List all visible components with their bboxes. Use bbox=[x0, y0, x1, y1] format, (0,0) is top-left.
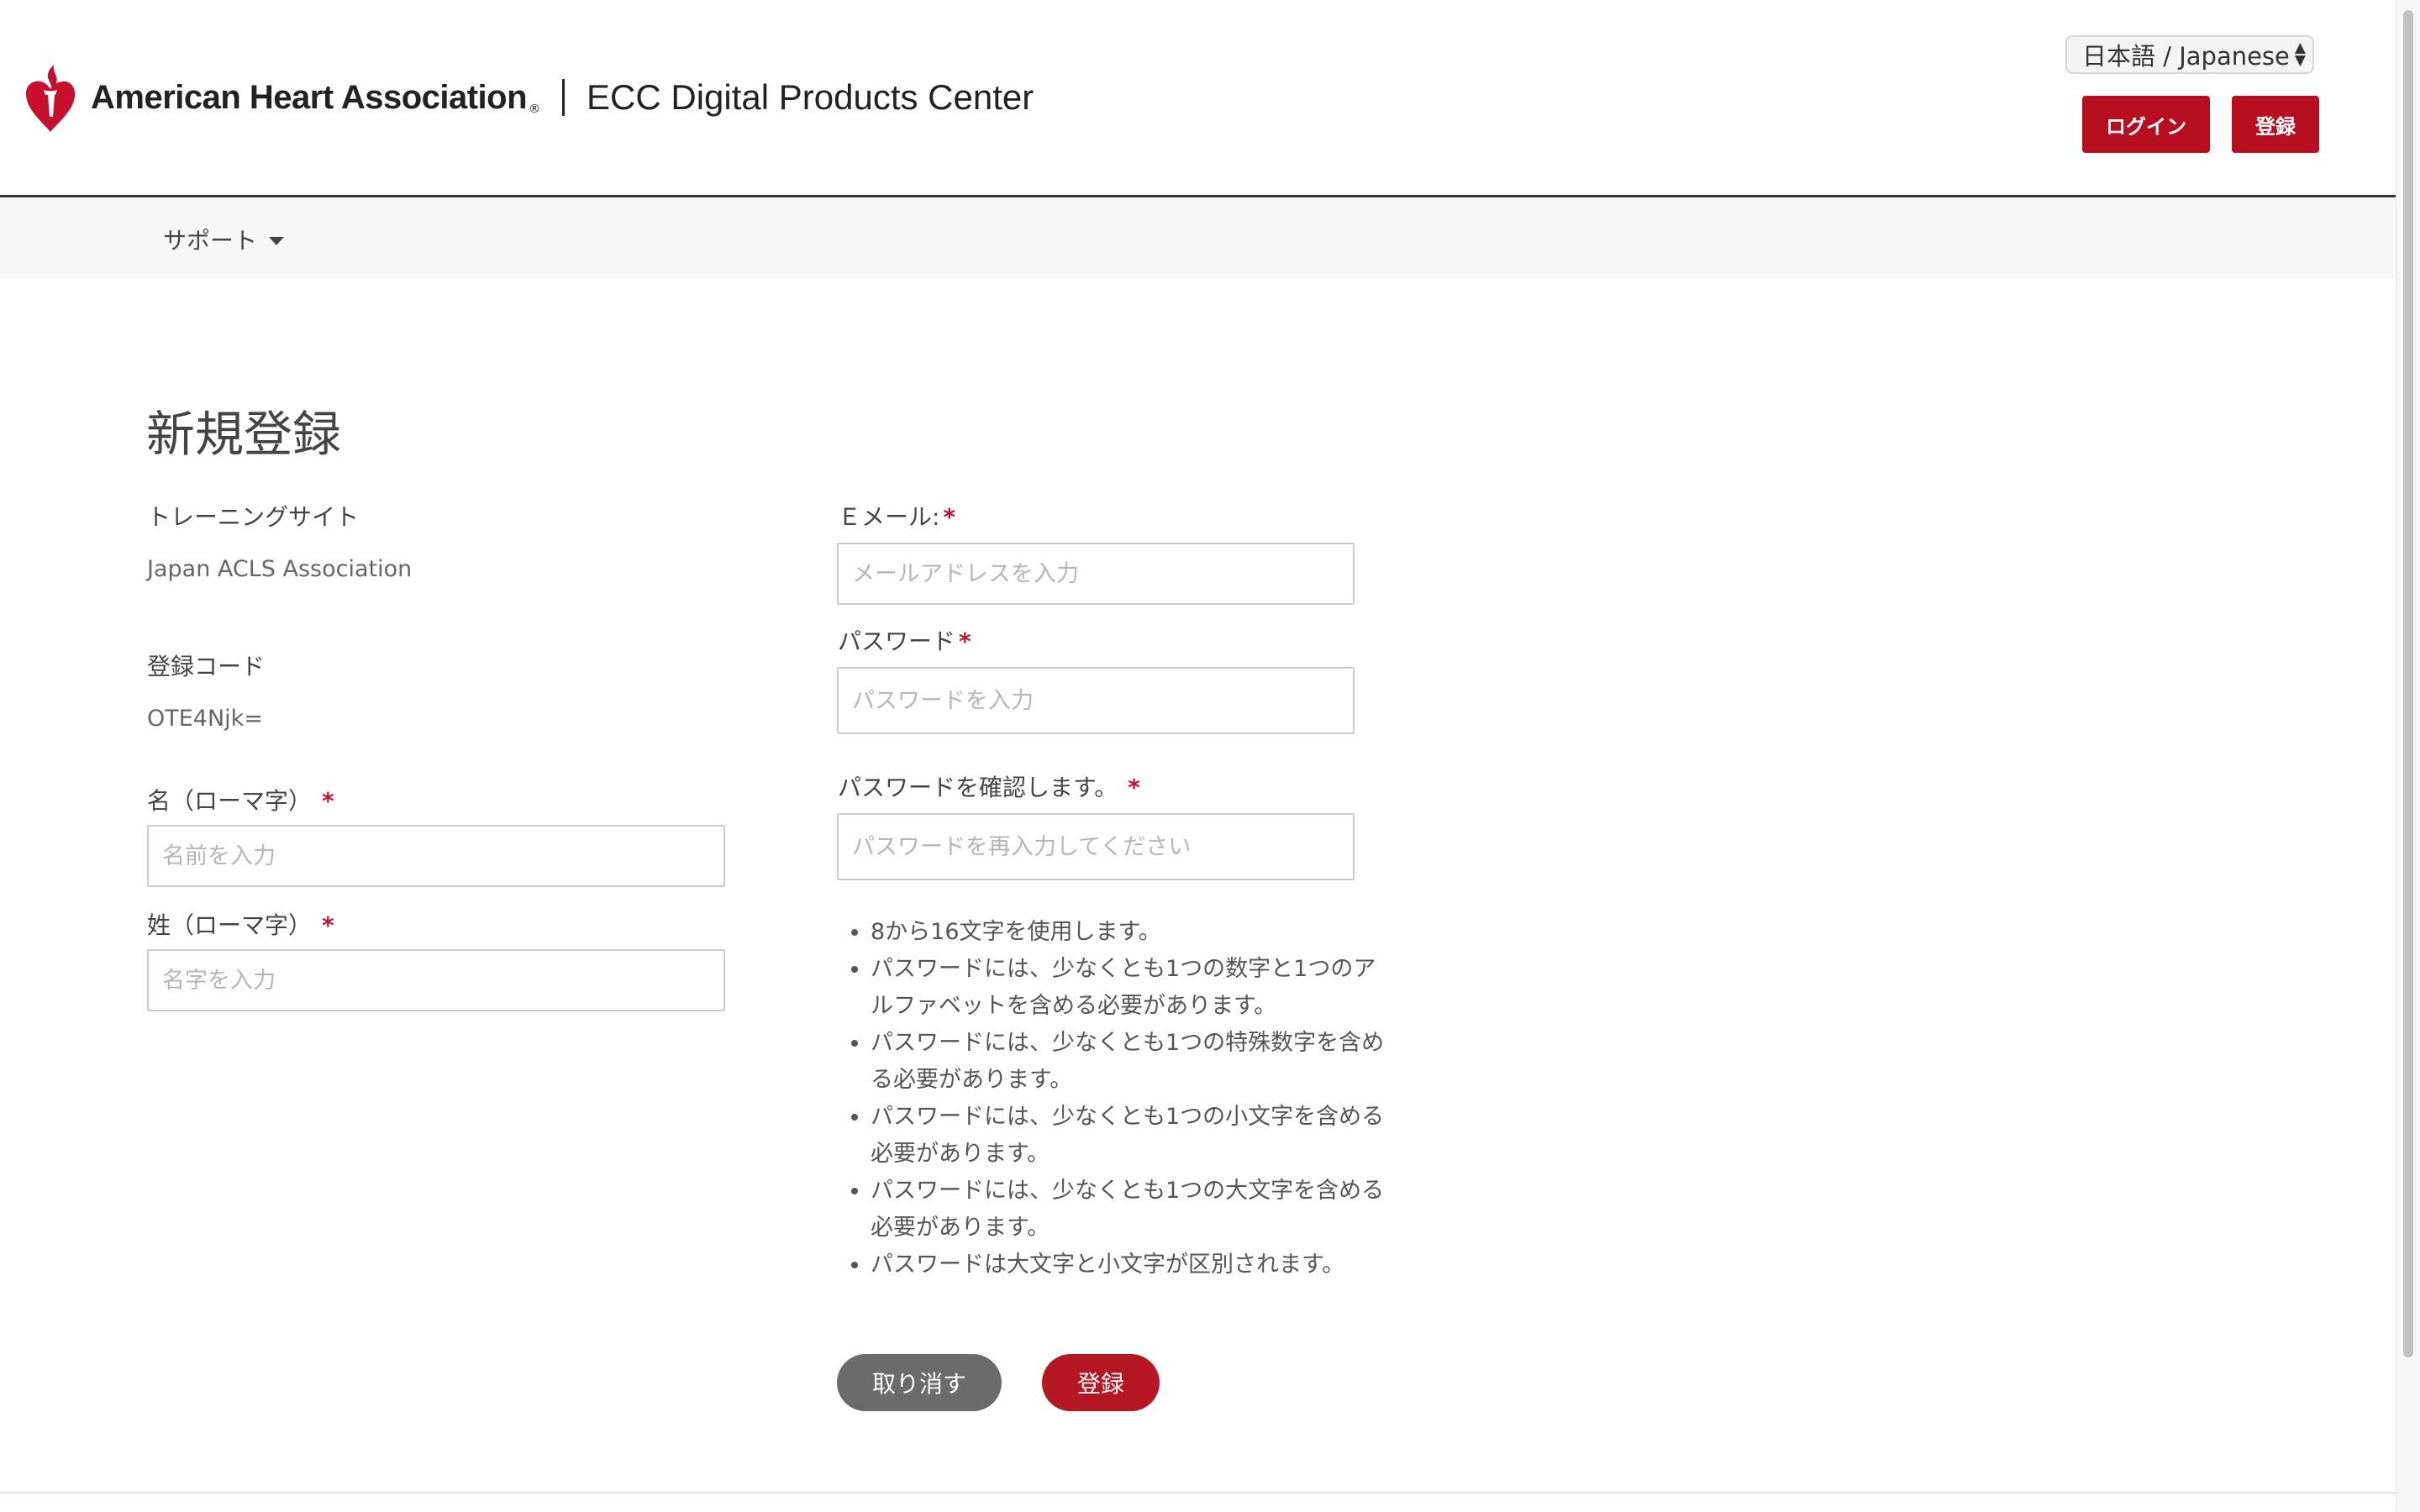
first-name-input[interactable] bbox=[147, 825, 725, 887]
site-header: American Heart Association ® ECC Digital… bbox=[0, 0, 2396, 197]
brand-divider bbox=[562, 79, 566, 116]
up-down-arrows-icon: ▲ ▼ bbox=[2294, 39, 2306, 69]
first-name-label-text: 名（ローマ字） bbox=[147, 787, 313, 815]
nav-bar: サポート bbox=[0, 197, 2396, 279]
email-input[interactable] bbox=[837, 543, 1355, 605]
registered-mark: ® bbox=[529, 102, 541, 116]
required-mark: * bbox=[959, 627, 971, 655]
support-menu-label: サポート bbox=[163, 227, 258, 255]
email-label: Ｅメール: * bbox=[838, 499, 955, 533]
password-input[interactable] bbox=[837, 667, 1355, 734]
first-name-label: 名（ローマ字） * bbox=[147, 783, 334, 816]
scrollbar-thumb[interactable] bbox=[2403, 10, 2413, 1357]
register-header-button[interactable]: 登録 bbox=[2232, 96, 2319, 153]
register-submit-button[interactable]: 登録 bbox=[1042, 1354, 1160, 1411]
password-rules-list: 8から16文字を使用します。 パスワードには、少なくとも1つの数字と1つのアルフ… bbox=[840, 914, 1392, 1284]
page-scrollbar[interactable] bbox=[2396, 0, 2420, 1512]
password-rule-item: パスワードは大文字と小文字が区別されます。 bbox=[871, 1247, 1392, 1284]
product-name: ECC Digital Products Center bbox=[587, 77, 1034, 117]
confirm-password-label: パスワードを確認します。 * bbox=[838, 769, 1140, 803]
aha-logo[interactable]: American Heart Association ® ECC Digital… bbox=[24, 57, 1034, 138]
password-rule-item: パスワードには、少なくとも1つの大文字を含める必要があります。 bbox=[871, 1173, 1392, 1247]
brand-name: American Heart Association bbox=[91, 78, 528, 116]
email-label-text: Ｅメール: bbox=[838, 503, 940, 531]
required-mark: * bbox=[1128, 774, 1140, 801]
required-mark: * bbox=[943, 503, 956, 531]
footer-divider bbox=[0, 1492, 2396, 1494]
confirm-password-input[interactable] bbox=[837, 813, 1355, 880]
registration-code-value: OTE4Njk= bbox=[147, 706, 263, 732]
caret-down-icon bbox=[269, 237, 285, 245]
registration-code-label: 登録コード bbox=[147, 653, 266, 680]
support-menu[interactable]: サポート bbox=[163, 223, 285, 256]
cancel-button[interactable]: 取り消す bbox=[837, 1354, 1002, 1411]
training-site-label: トレーニングサイト bbox=[147, 503, 360, 531]
password-label-text: パスワード bbox=[838, 627, 956, 655]
training-site-value: Japan ACLS Association bbox=[147, 556, 413, 582]
password-rule-item: 8から16文字を使用します。 bbox=[871, 914, 1392, 951]
password-label: パスワード * bbox=[838, 623, 971, 657]
heart-torch-icon bbox=[25, 65, 76, 132]
password-rule-item: パスワードには、少なくとも1つの特殊数字を含める必要があります。 bbox=[871, 1025, 1392, 1099]
password-rule-item: パスワードには、少なくとも1つの数字と1つのアルファベットを含める必要があります… bbox=[871, 951, 1392, 1025]
required-mark: * bbox=[322, 787, 334, 815]
confirm-password-label-text: パスワードを確認します。 bbox=[838, 774, 1118, 801]
last-name-input[interactable] bbox=[147, 949, 725, 1011]
last-name-label: 姓（ローマ字） * bbox=[147, 907, 334, 941]
language-select-value: 日本語 / Japanese bbox=[2082, 42, 2290, 71]
login-button[interactable]: ログイン bbox=[2082, 96, 2210, 153]
language-select[interactable]: 日本語 / Japanese ▲ ▼ bbox=[2065, 35, 2314, 74]
password-rule-item: パスワードには、少なくとも1つの小文字を含める必要があります。 bbox=[871, 1099, 1392, 1173]
page-title: 新規登録 bbox=[146, 406, 342, 463]
last-name-label-text: 姓（ローマ字） bbox=[147, 911, 313, 939]
required-mark: * bbox=[322, 911, 334, 939]
